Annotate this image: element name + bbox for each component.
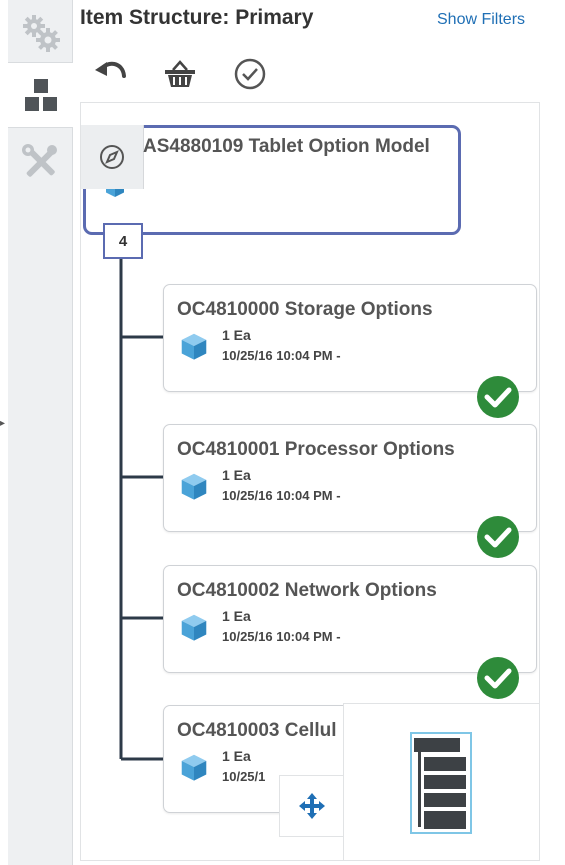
cube-icon <box>181 614 207 641</box>
show-filters-link[interactable]: Show Filters <box>437 11 525 29</box>
child-node-card[interactable]: OC4810000 Storage Options 1 Ea 10/25/16 … <box>163 284 537 418</box>
gears-icon <box>23 15 60 52</box>
tools-icon <box>22 144 57 177</box>
page-title: Item Structure: Primary <box>80 6 314 29</box>
valid-check-icon <box>477 516 519 558</box>
checkmark-circle-icon <box>234 58 266 90</box>
child-node-title: OC4810003 Cellul <box>177 720 337 741</box>
validate-button[interactable] <box>232 56 268 92</box>
valid-check-icon <box>477 657 519 699</box>
child-count-badge[interactable]: 4 <box>103 223 143 259</box>
child-effective-date: 10/25/16 10:04 PM - <box>222 348 341 363</box>
rail-tab-settings[interactable] <box>8 0 72 64</box>
overview-minimap <box>410 732 472 834</box>
left-rail <box>8 0 73 865</box>
basket-button[interactable] <box>162 56 198 92</box>
cube-icon <box>181 333 207 360</box>
child-effective-date: 10/25/1 <box>222 769 266 784</box>
child-node-title: OC4810002 Network Options <box>177 580 437 601</box>
cube-icon <box>181 473 207 500</box>
valid-check-icon <box>477 376 519 418</box>
overview-panel[interactable] <box>343 703 539 860</box>
child-node-title: OC4810000 Storage Options <box>177 299 433 320</box>
basket-icon <box>165 60 195 87</box>
child-node-card[interactable]: OC4810002 Network Options 1 Ea 10/25/16 … <box>163 565 537 699</box>
child-effective-date: 10/25/16 10:04 PM - <box>222 488 341 503</box>
navigate-button[interactable] <box>81 125 144 189</box>
root-node-title: AS4880109 Tablet Option Model <box>143 136 430 157</box>
undo-icon <box>95 61 126 78</box>
hierarchy-icon <box>24 79 57 111</box>
child-node-card[interactable]: OC4810001 Processor Options 1 Ea 10/25/1… <box>163 424 537 558</box>
collapse-arrow-icon[interactable]: ▸ <box>0 418 5 429</box>
compass-icon <box>100 145 124 169</box>
child-quantity: 1 Ea <box>222 748 251 764</box>
structure-canvas[interactable]: AS4880109 Tablet Option Model 4 OC481000… <box>80 102 540 861</box>
rail-tab-tools[interactable] <box>8 130 72 194</box>
child-quantity: 1 Ea <box>222 327 251 343</box>
cube-icon <box>181 754 207 781</box>
child-quantity: 1 Ea <box>222 467 251 483</box>
undo-button[interactable] <box>93 56 129 92</box>
child-effective-date: 10/25/16 10:04 PM - <box>222 629 341 644</box>
child-node-title: OC4810001 Processor Options <box>177 439 455 460</box>
child-quantity: 1 Ea <box>222 608 251 624</box>
pan-button[interactable] <box>279 775 345 837</box>
rail-tab-structure[interactable] <box>8 62 73 128</box>
move-arrows-icon <box>299 793 325 819</box>
